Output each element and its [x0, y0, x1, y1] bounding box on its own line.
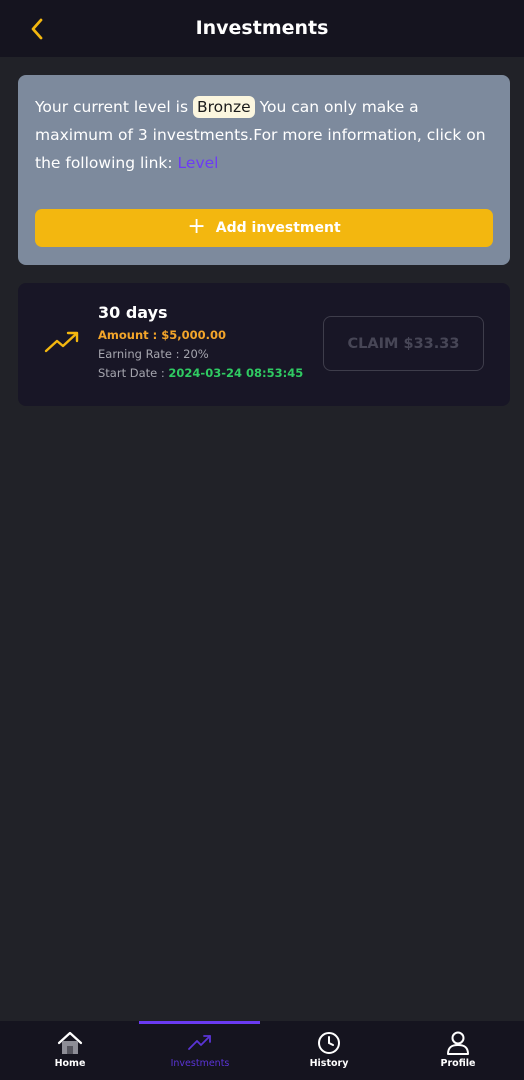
level-badge: Bronze [192, 96, 255, 118]
investment-duration: 30 days [98, 303, 168, 322]
add-investment-button[interactable]: + Add investment [35, 209, 493, 247]
info-text-before: Your current level is [35, 98, 189, 116]
nav-profile[interactable]: Profile [418, 1021, 498, 1080]
investment-start-date: Start Date : 2024-03-24 08:53:45 [98, 366, 303, 380]
page-title: Investments [195, 17, 329, 39]
add-investment-label: Add investment [215, 220, 341, 236]
level-link[interactable]: Level [178, 154, 219, 172]
nav-investments[interactable]: Investments [160, 1021, 240, 1080]
level-info-text: Your current level is Bronze You can onl… [35, 93, 497, 177]
start-date-label: Start Date : [98, 366, 165, 380]
plus-icon: + [187, 214, 206, 239]
nav-investments-label: Investments [170, 1058, 230, 1069]
nav-history-label: History [309, 1058, 349, 1069]
home-icon [57, 1031, 83, 1054]
nav-history[interactable]: History [289, 1021, 369, 1080]
investment-amount: Amount : $5,000.00 [98, 328, 227, 342]
bottom-nav: Home Investments History Profile [0, 1021, 524, 1080]
trending-up-icon [188, 1035, 211, 1050]
nav-profile-label: Profile [440, 1058, 476, 1069]
investment-card: 30 days Amount : $5,000.00 Earning Rate … [18, 283, 510, 406]
investment-earning-rate: Earning Rate : 20% [98, 347, 209, 361]
start-date-value: 2024-03-24 08:53:45 [168, 366, 304, 380]
level-info-card: Your current level is Bronze You can onl… [18, 75, 510, 265]
clock-icon [318, 1032, 340, 1054]
user-icon [447, 1031, 469, 1055]
nav-home[interactable]: Home [30, 1021, 110, 1080]
app-header: Investments [0, 0, 524, 57]
trending-up-icon [44, 331, 79, 353]
claim-button[interactable]: CLAIM $33.33 [323, 316, 484, 371]
nav-home-label: Home [54, 1058, 86, 1069]
